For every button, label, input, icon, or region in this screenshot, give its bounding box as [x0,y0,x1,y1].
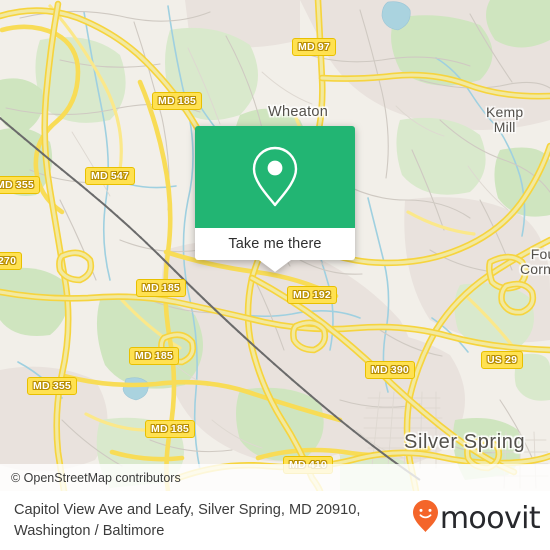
road-shield-md-355-south: MD 355 [27,377,77,395]
road-shield-md-390: MD 390 [365,361,415,379]
map-attribution-bar: © OpenStreetMap contributors [0,464,550,491]
popup-pointer-tail [259,260,291,272]
road-shield-md-355-west: MD 355 [0,176,40,194]
moovit-pin-smile-icon [412,499,439,538]
take-me-there-label: Take me there [228,236,322,252]
road-shield-md-547: MD 547 [85,167,135,185]
road-shield-md-185-north: MD 185 [152,92,202,110]
screenshot-root: .land { fill:#f2efe9; } .urban { fill:#e… [0,0,550,550]
location-address-text: Capitol View Ave and Leafy, Silver Sprin… [14,501,361,539]
take-me-there-button[interactable]: Take me there [195,228,355,260]
osm-attribution-text[interactable]: © OpenStreetMap contributors [11,471,181,485]
place-label-four-corners: FourCorners [520,246,550,277]
map-pin-icon [248,144,302,210]
place-label-kemp-mill: Kemp Mill [486,104,524,135]
road-shield-i-270: 270 [0,252,23,270]
map-viewport[interactable]: .land { fill:#f2efe9; } .urban { fill:#e… [0,0,550,491]
moovit-logo[interactable]: moovit [412,499,541,542]
location-popup-card[interactable]: Take me there [195,126,355,272]
popup-header [195,126,355,228]
road-shield-md-97: MD 97 [292,38,336,56]
road-shield-md-185-mid: MD 185 [136,279,186,297]
place-label-wheaton: Wheaton [268,104,329,120]
moovit-wordmark: moovit [439,500,541,536]
road-shield-md-185-center: MD 185 [129,347,179,365]
road-shield-md-192: MD 192 [287,286,337,304]
road-shield-md-185-south: MD 185 [145,420,195,438]
road-shield-us-29: US 29 [481,351,524,369]
place-label-silver-spring: Silver Spring [404,431,526,453]
footer-bar: Capitol View Ave and Leafy, Silver Sprin… [0,491,550,550]
